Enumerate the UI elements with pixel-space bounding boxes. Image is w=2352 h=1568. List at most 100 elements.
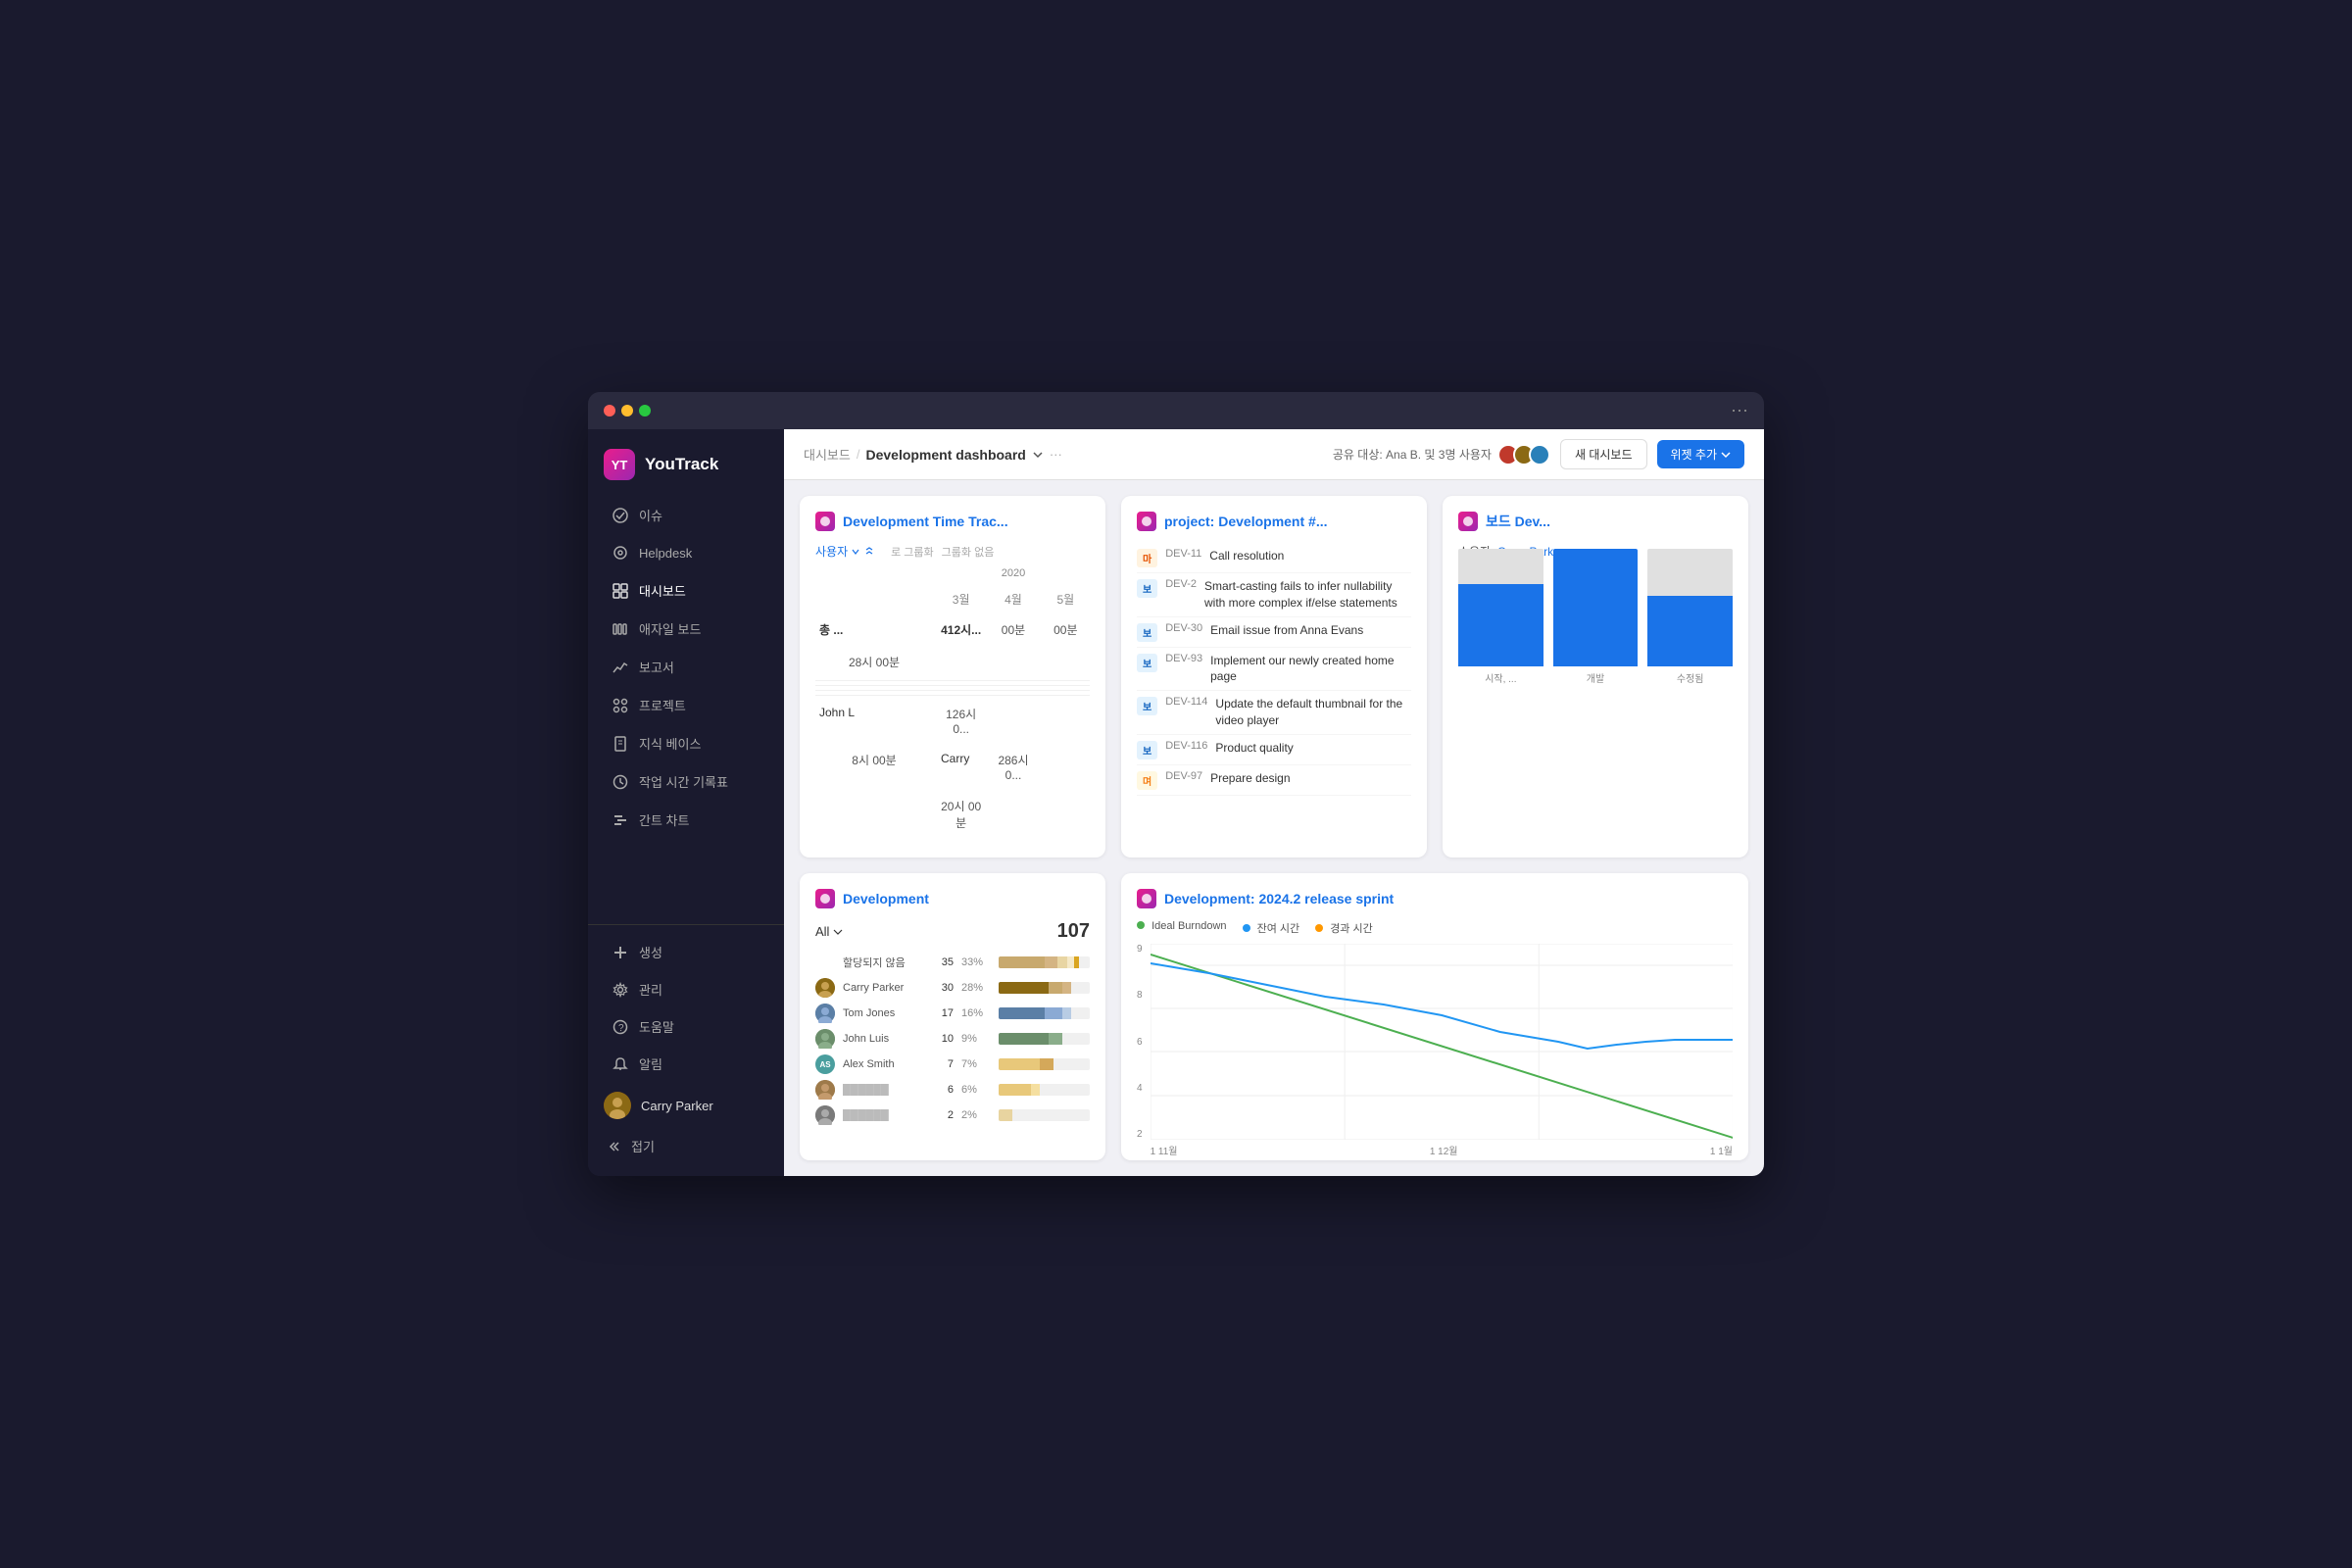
logo-initials: YT bbox=[612, 458, 628, 472]
sidebar-item-dashboard[interactable]: 대시보드 bbox=[596, 572, 776, 609]
sidebar-item-agile[interactable]: 애자일 보드 bbox=[596, 611, 776, 647]
sidebar-item-knowledge[interactable]: 지식 베이스 bbox=[596, 725, 776, 761]
x-label-jan: 1 1월 bbox=[1710, 1143, 1733, 1157]
projects-icon bbox=[612, 697, 629, 714]
add-widget-button[interactable]: 위젯 추가 bbox=[1657, 440, 1745, 468]
john-row-name: John L bbox=[815, 700, 933, 742]
topbar-actions: 공유 대상: Ana B. 및 3명 사용자 새 대시보드 위젯 추가 bbox=[1333, 439, 1744, 469]
sidebar-item-create[interactable]: 생성 bbox=[596, 934, 776, 970]
help-label: 도움말 bbox=[639, 1017, 674, 1036]
bar-group-dev: 개발 bbox=[1553, 549, 1639, 685]
y-label-2: 2 bbox=[1137, 1129, 1143, 1140]
unassigned-bar-2 bbox=[1045, 956, 1058, 968]
maximize-button[interactable] bbox=[639, 405, 651, 416]
user-bars-list: 할당되지 않음 35 33% bbox=[815, 953, 1090, 1125]
sidebar-item-notifications[interactable]: 알림 bbox=[596, 1046, 776, 1082]
issue-id-dev11: DEV-11 bbox=[1165, 548, 1201, 560]
user6-bar-2 bbox=[1031, 1084, 1040, 1096]
dashboard-title[interactable]: Development dashboard bbox=[865, 447, 1043, 463]
bar-label-dev: 개발 bbox=[1587, 670, 1604, 685]
issue-text-dev2: Smart-casting fails to infer nullability… bbox=[1204, 578, 1411, 612]
dashboard-label: 대시보드 bbox=[639, 581, 686, 600]
issues-widget-title: project: Development #... bbox=[1164, 514, 1327, 529]
user-avatar bbox=[604, 1092, 631, 1119]
user7-avatar bbox=[815, 1105, 835, 1125]
bar-label-start: 시작, ... bbox=[1485, 670, 1516, 685]
sprint-widget: Development: 2024.2 release sprint Ideal… bbox=[1121, 873, 1748, 1160]
user-filter[interactable]: 사용자 bbox=[815, 543, 875, 560]
issue-item-dev11[interactable]: 마 DEV-11 Call resolution bbox=[1137, 543, 1411, 573]
carry-row-m5: 20시 00분 bbox=[937, 792, 985, 837]
question-icon: ? bbox=[612, 1018, 629, 1036]
bar-top-start bbox=[1458, 549, 1544, 584]
user6-bar-1 bbox=[999, 1084, 1031, 1096]
time-widget-icon bbox=[815, 512, 835, 531]
agile-icon bbox=[612, 620, 629, 638]
issue-item-dev93[interactable]: 보 DEV-93 Implement our newly created hom… bbox=[1137, 648, 1411, 692]
sidebar-item-reports[interactable]: 보고서 bbox=[596, 649, 776, 685]
sidebar-item-helpdesk[interactable]: Helpdesk bbox=[596, 535, 776, 570]
plus-icon bbox=[612, 944, 629, 961]
projects-label: 프로젝트 bbox=[639, 696, 686, 714]
time-table: 2020 3월 4월 5월 총 ... 412시... 00분 00분 28시 … bbox=[815, 567, 1090, 837]
user-bar-alex: AS Alex Smith 7 7% bbox=[815, 1054, 1090, 1074]
reports-label: 보고서 bbox=[639, 658, 674, 676]
john-row-m5: 8시 00분 bbox=[815, 746, 933, 788]
total-count: 107 bbox=[1057, 920, 1090, 943]
carry-bar-1 bbox=[999, 982, 1049, 994]
sidebar-item-issues[interactable]: 이슈 bbox=[596, 497, 776, 533]
issue-badge-dev30: 보 bbox=[1137, 623, 1157, 642]
carry-bar-3 bbox=[1062, 982, 1071, 994]
alex-avatar: AS bbox=[815, 1054, 835, 1074]
close-button[interactable] bbox=[604, 405, 615, 416]
knowledge-label: 지식 베이스 bbox=[639, 734, 701, 753]
issue-id-dev97: DEV-97 bbox=[1165, 770, 1202, 782]
issues-widget-header: project: Development #... bbox=[1137, 512, 1411, 531]
tom-name: Tom Jones bbox=[843, 1007, 921, 1019]
user7-name: ██████ bbox=[843, 1109, 921, 1121]
sprint-svg bbox=[1151, 944, 1733, 1140]
alex-bar-1 bbox=[999, 1058, 1040, 1070]
issue-item-dev114[interactable]: 보 DEV-114 Update the default thumbnail f… bbox=[1137, 691, 1411, 735]
topbar: 대시보드 / Development dashboard ··· 공유 대상: … bbox=[784, 429, 1764, 480]
new-dashboard-button[interactable]: 새 대시보드 bbox=[1560, 439, 1647, 469]
minimize-button[interactable] bbox=[621, 405, 633, 416]
collapse-sidebar[interactable]: 접기 bbox=[588, 1128, 784, 1164]
sprint-widget-icon bbox=[1137, 889, 1156, 908]
tom-pct: 16% bbox=[961, 1007, 991, 1019]
issue-item-dev97[interactable]: 며 DEV-97 Prepare design bbox=[1137, 765, 1411, 796]
issue-badge-dev114: 보 bbox=[1137, 697, 1157, 715]
carry-count: 30 bbox=[929, 982, 954, 994]
sidebar-item-timelog[interactable]: 작업 시간 기록표 bbox=[596, 763, 776, 800]
all-filter[interactable]: All bbox=[815, 924, 843, 939]
user7-bar-1 bbox=[999, 1109, 1012, 1121]
carry-bar-2 bbox=[1049, 982, 1062, 994]
sidebar-item-projects[interactable]: 프로젝트 bbox=[596, 687, 776, 723]
bar-label-fixed: 수정됨 bbox=[1677, 670, 1704, 685]
titlebar-menu-icon[interactable]: ⋯ bbox=[1731, 401, 1748, 421]
topbar-more-icon[interactable]: ··· bbox=[1050, 447, 1062, 462]
chevron-down-filter-icon bbox=[833, 927, 843, 937]
sidebar-item-gantt[interactable]: 간트 차트 bbox=[596, 802, 776, 838]
sprint-chart-container: 9 8 6 4 2 bbox=[1137, 944, 1733, 1140]
time-tracking-widget: Development Time Trac... 사용자 로 그룹화 그룹화 없… bbox=[800, 496, 1105, 858]
carry-row-name: Carry bbox=[937, 746, 985, 788]
issue-item-dev30[interactable]: 보 DEV-30 Email issue from Anna Evans bbox=[1137, 617, 1411, 648]
tom-bar-track bbox=[999, 1007, 1090, 1019]
user7-pct: 2% bbox=[961, 1109, 991, 1121]
sidebar-item-admin[interactable]: 관리 bbox=[596, 971, 776, 1007]
time-widget-header: Development Time Trac... bbox=[815, 512, 1090, 531]
sprint-widget-header: Development: 2024.2 release sprint bbox=[1137, 889, 1733, 908]
user6-count: 6 bbox=[929, 1084, 954, 1096]
issue-item-dev116[interactable]: 보 DEV-116 Product quality bbox=[1137, 735, 1411, 765]
agile-label: 애자일 보드 bbox=[639, 619, 701, 638]
headset-icon bbox=[612, 544, 629, 562]
y-label-9: 9 bbox=[1137, 944, 1143, 955]
x-axis: 1 11월 1 12월 1 1월 bbox=[1151, 1143, 1733, 1157]
dev-widget-header: Development bbox=[815, 889, 1090, 908]
chevron-down-icon bbox=[852, 548, 859, 556]
issue-item-dev2[interactable]: 보 DEV-2 Smart-casting fails to infer nul… bbox=[1137, 573, 1411, 617]
user-area[interactable]: Carry Parker bbox=[588, 1083, 784, 1128]
sidebar-item-help[interactable]: ? 도움말 bbox=[596, 1008, 776, 1045]
carry-avatar bbox=[815, 978, 835, 998]
